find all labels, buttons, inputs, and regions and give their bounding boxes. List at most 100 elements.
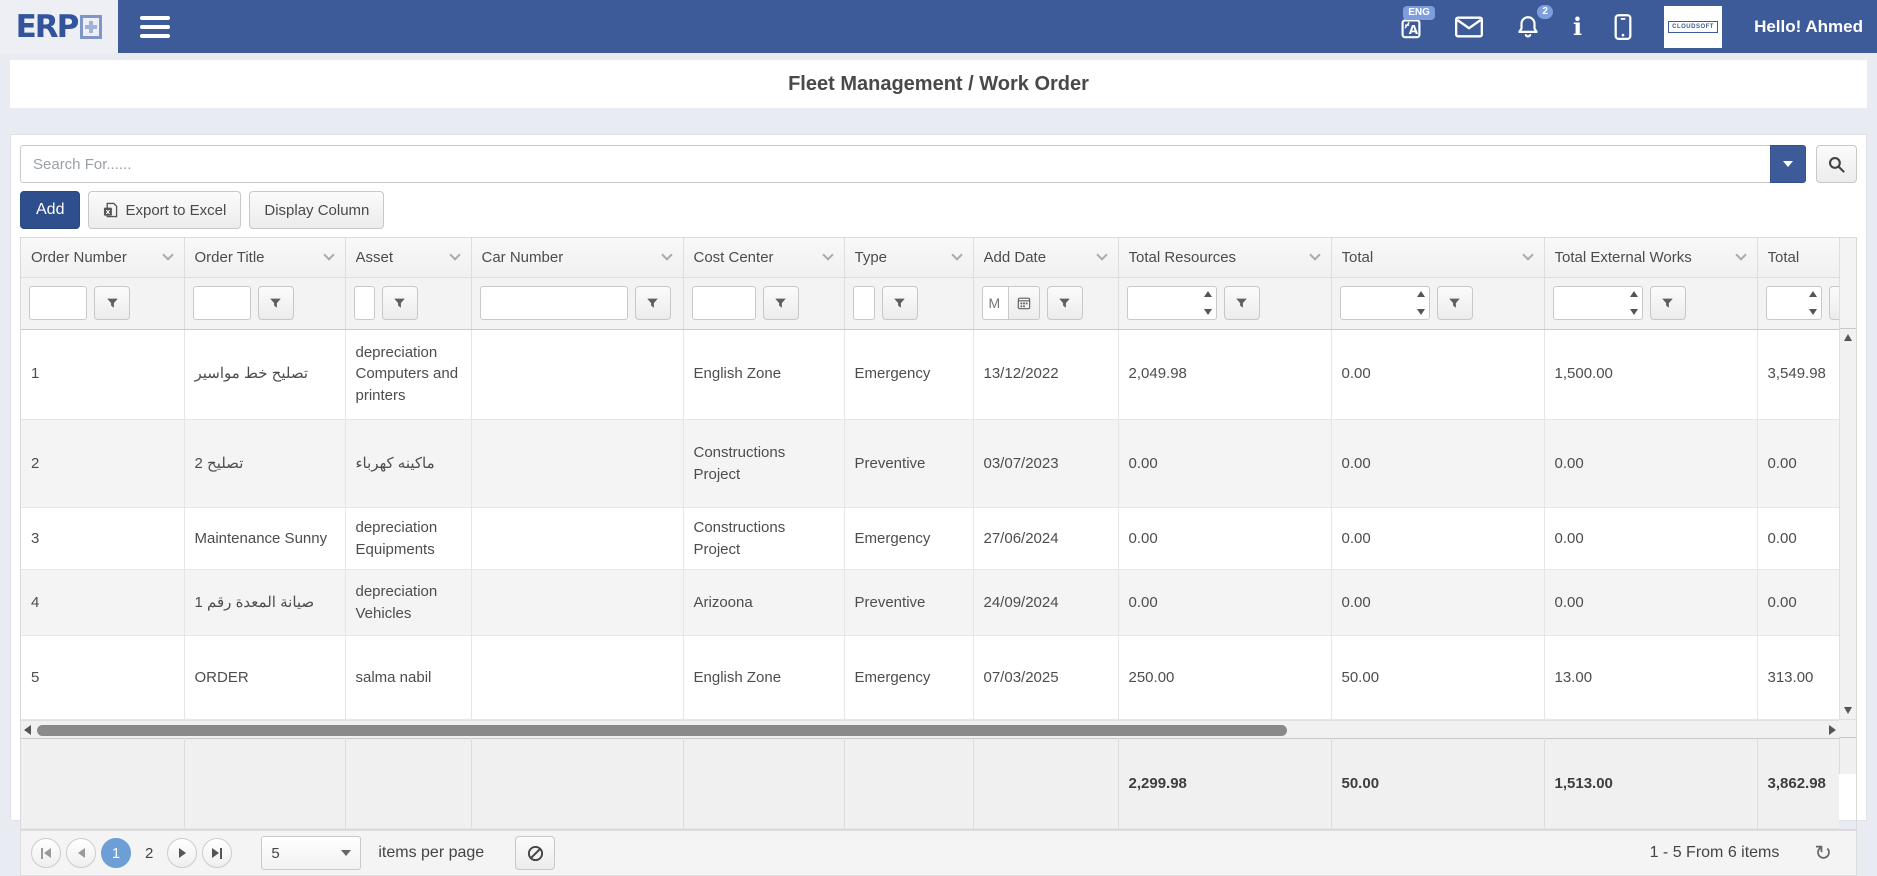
column-header-car-number[interactable]: Car Number [471,238,683,277]
scroll-up-icon[interactable] [1844,334,1852,341]
filter-button-total-external-works[interactable] [1650,286,1686,320]
info-button[interactable]: i [1573,15,1582,39]
chevron-down-icon[interactable] [1735,250,1746,261]
export-excel-button[interactable]: x Export to Excel [88,191,241,229]
column-header-total-external-works[interactable]: Total External Works [1544,238,1757,277]
title-bar: Fleet Management / Work Order [10,60,1867,108]
spinner-up-icon[interactable] [1204,291,1212,297]
previous-page-button[interactable] [66,838,96,868]
cell-order-title: صيانة المعدة رقم 1 [184,570,345,636]
filter-button-total[interactable] [1437,286,1473,320]
spinner-down-icon[interactable] [1630,309,1638,315]
spinner-up-icon[interactable] [1809,291,1817,297]
refresh-button[interactable]: ↻ [1814,843,1832,864]
filter-input-type[interactable] [853,286,875,320]
column-header-add-date[interactable]: Add Date [973,238,1118,277]
column-header-asset[interactable]: Asset [345,238,471,277]
horizontal-scrollbar-thumb[interactable] [37,725,1287,736]
previous-page-icon [78,848,85,858]
messages-button[interactable] [1455,16,1483,38]
scroll-left-icon[interactable] [24,725,31,735]
column-header-total[interactable]: Total [1331,238,1544,277]
filter-button-cost-center[interactable] [763,286,799,320]
date-picker-button[interactable] [1009,286,1040,320]
filter-button-car-number[interactable] [635,286,671,320]
funnel-icon [774,297,787,310]
table-row[interactable]: 5 ORDER salma nabil English Zone Emergen… [21,636,1839,720]
mobile-app-button[interactable] [1614,13,1632,41]
hamburger-menu-icon[interactable] [140,16,170,38]
chevron-down-icon[interactable] [1096,250,1107,261]
cell-type: Preventive [844,570,973,636]
filter-button-type[interactable] [882,286,918,320]
filter-input-cost-center[interactable] [692,286,756,320]
column-header-total-resources[interactable]: Total Resources [1118,238,1331,277]
display-column-button[interactable]: Display Column [249,191,384,229]
chevron-down-icon[interactable] [323,250,334,261]
chevron-down-icon[interactable] [822,250,833,261]
cell-order-title: تصليح خط مواسير [184,330,345,420]
cell-car-number [471,330,683,420]
chevron-down-icon[interactable] [661,250,672,261]
filter-button-asset[interactable] [382,286,418,320]
chevron-down-icon[interactable] [951,250,962,261]
page-button-1[interactable]: 1 [101,838,131,868]
filter-input-order-title[interactable] [193,286,251,320]
add-button[interactable]: Add [20,191,80,229]
search-input[interactable] [20,145,1770,183]
chevron-down-icon[interactable] [449,250,460,261]
notifications-button[interactable]: 2 [1515,14,1541,40]
column-header-order-title[interactable]: Order Title [184,238,345,277]
horizontal-scrollbar[interactable] [21,720,1839,738]
language-button[interactable]: A ENG [1399,15,1423,39]
page-button-2[interactable]: 2 [136,845,162,862]
spinner-down-icon[interactable] [1809,309,1817,315]
funnel-icon [1235,297,1248,310]
column-header-type[interactable]: Type [844,238,973,277]
filter-button-add-date[interactable] [1047,286,1083,320]
filter-input-add-date[interactable] [982,286,1009,320]
filter-button-order-title[interactable] [258,286,294,320]
spinner-down-icon[interactable] [1417,309,1425,315]
search-button[interactable] [1816,145,1857,183]
clear-filters-button[interactable] [515,836,555,870]
cell-total-external-works: 0.00 [1544,508,1757,570]
cell-total-final: 3,549.98 [1757,330,1839,420]
spinner-up-icon[interactable] [1630,291,1638,297]
chevron-down-icon[interactable] [1309,250,1320,261]
scroll-right-icon[interactable] [1829,725,1836,735]
column-header-total-final[interactable]: Total [1757,238,1839,277]
table-row[interactable]: 1 تصليح خط مواسير depreciation Computers… [21,330,1839,420]
filter-input-asset[interactable] [354,286,375,320]
cell-order-number: 2 [21,420,184,508]
spinner-down-icon[interactable] [1204,309,1212,315]
chevron-down-icon[interactable] [162,250,173,261]
filter-button-total-final[interactable] [1829,286,1840,320]
filter-button-order-number[interactable] [94,286,130,320]
chevron-down-icon[interactable] [1522,250,1533,261]
filter-button-total-resources[interactable] [1224,286,1260,320]
scroll-down-icon[interactable] [1844,707,1852,714]
column-header-cost-center[interactable]: Cost Center [683,238,844,277]
table-row[interactable]: 2 تصليح 2 ماكينه كهرباء Constructions Pr… [21,420,1839,508]
page-size-select[interactable]: 5 [261,836,361,870]
table-row[interactable]: 3 Maintenance Sunny depreciation Equipme… [21,508,1839,570]
filter-input-car-number[interactable] [480,286,628,320]
first-page-button[interactable] [31,838,61,868]
table-row[interactable]: 4 صيانة المعدة رقم 1 depreciation Vehicl… [21,570,1839,636]
last-page-button[interactable] [202,838,232,868]
cell-total-external-works: 13.00 [1544,636,1757,720]
column-header-order-number[interactable]: Order Number [21,238,184,277]
next-page-button[interactable] [167,838,197,868]
vertical-scrollbar[interactable] [1839,329,1856,719]
cloudsoft-logo-text: CLOUDSOFT [1668,21,1718,33]
grid-body-table: 1 تصليح خط مواسير depreciation Computers… [21,330,1839,721]
search-dropdown-button[interactable] [1770,145,1806,183]
mail-icon [1455,16,1483,38]
spinner-up-icon[interactable] [1417,291,1425,297]
cloudsoft-logo[interactable]: CLOUDSOFT [1664,6,1722,48]
search-icon [1828,156,1845,173]
erp-logo[interactable]: ERP [0,0,118,53]
cell-order-title: Maintenance Sunny [184,508,345,570]
filter-input-order-number[interactable] [29,286,87,320]
